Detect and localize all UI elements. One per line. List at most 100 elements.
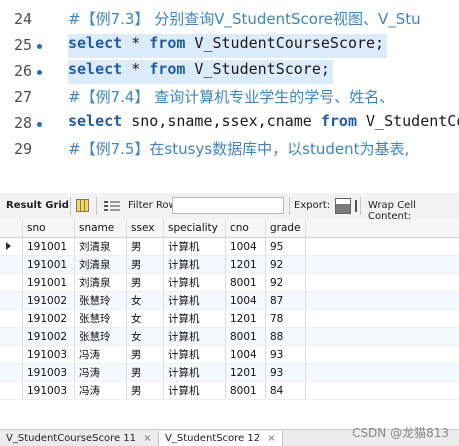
- cell-cno[interactable]: 1004: [226, 238, 266, 256]
- cell-speciality[interactable]: 计算机: [164, 256, 226, 274]
- cell-sname[interactable]: 冯涛: [75, 346, 127, 364]
- cell-ssex[interactable]: 女: [127, 328, 164, 346]
- column-header-grade[interactable]: grade: [266, 219, 306, 238]
- row-selector[interactable]: [0, 364, 23, 382]
- row-selector[interactable]: [0, 292, 23, 310]
- cell-speciality[interactable]: 计算机: [164, 238, 226, 256]
- cell-sno[interactable]: 191002: [23, 328, 75, 346]
- cell-sname[interactable]: 冯涛: [75, 382, 127, 400]
- cell-grade[interactable]: 95: [266, 238, 306, 256]
- code-line-28[interactable]: 28 select sno,sname,ssex,cname from V_St…: [0, 111, 459, 137]
- column-header-ssex[interactable]: ssex: [127, 219, 164, 238]
- cell-sno[interactable]: 191001: [23, 274, 75, 292]
- filter-icon[interactable]: [104, 200, 120, 212]
- cell-sname[interactable]: 刘清泉: [75, 256, 127, 274]
- cell-ssex[interactable]: 男: [127, 364, 164, 382]
- cell-sname[interactable]: 刘清泉: [75, 238, 127, 256]
- cell-sno[interactable]: 191003: [23, 346, 75, 364]
- cell-cno[interactable]: 1201: [226, 364, 266, 382]
- cell-speciality[interactable]: 计算机: [164, 382, 226, 400]
- cell-sno[interactable]: 191003: [23, 382, 75, 400]
- code-line-26[interactable]: 26 select * from V_StudentScore;: [0, 59, 459, 85]
- cell-ssex[interactable]: 男: [127, 274, 164, 292]
- row-selector[interactable]: [0, 346, 23, 364]
- cell-cno[interactable]: 1201: [226, 256, 266, 274]
- cell-grade[interactable]: 84: [266, 382, 306, 400]
- cell-sname[interactable]: 张慧玲: [75, 292, 127, 310]
- cell-cno[interactable]: 8001: [226, 382, 266, 400]
- cell-speciality[interactable]: 计算机: [164, 292, 226, 310]
- cell-ssex[interactable]: 男: [127, 256, 164, 274]
- table-row[interactable]: 191002 张慧玲 女 计算机 8001 88: [0, 328, 459, 346]
- result-grid[interactable]: sno sname ssex speciality cno grade 1910…: [0, 219, 459, 400]
- filter-rows-input[interactable]: [172, 197, 284, 214]
- cell-speciality[interactable]: 计算机: [164, 346, 226, 364]
- code-line-25[interactable]: 25 select * from V_StudentCourseScore;: [0, 33, 459, 59]
- cell-speciality[interactable]: 计算机: [164, 274, 226, 292]
- column-header-cno[interactable]: cno: [226, 219, 266, 238]
- code-line-24[interactable]: 24 #【例7.3】 分别查询V_StudentScore视图、V_Stu: [0, 7, 459, 33]
- cell-ssex[interactable]: 女: [127, 310, 164, 328]
- cell-sname[interactable]: 张慧玲: [75, 310, 127, 328]
- cell-cno[interactable]: 1004: [226, 292, 266, 310]
- row-selector[interactable]: [0, 328, 23, 346]
- cell-speciality[interactable]: 计算机: [164, 364, 226, 382]
- cell-ssex[interactable]: 男: [127, 346, 164, 364]
- table-row[interactable]: 191002 张慧玲 女 计算机 1201 78: [0, 310, 459, 328]
- export-icon[interactable]: [335, 198, 351, 214]
- cell-sno[interactable]: 191001: [23, 256, 75, 274]
- cell-cno[interactable]: 8001: [226, 328, 266, 346]
- cell-filler: [306, 364, 459, 382]
- cell-filler: [306, 346, 459, 364]
- grid-view-icon[interactable]: [76, 199, 89, 212]
- statement-marker-icon: [37, 70, 42, 75]
- cell-sname[interactable]: 张慧玲: [75, 328, 127, 346]
- table-row[interactable]: 191003 冯涛 男 计算机 8001 84: [0, 382, 459, 400]
- cell-grade[interactable]: 92: [266, 274, 306, 292]
- cell-grade[interactable]: 78: [266, 310, 306, 328]
- cell-grade[interactable]: 93: [266, 364, 306, 382]
- row-selector[interactable]: [0, 238, 23, 256]
- cell-cno[interactable]: 1004: [226, 346, 266, 364]
- cell-cno[interactable]: 1201: [226, 310, 266, 328]
- cell-grade[interactable]: 87: [266, 292, 306, 310]
- cell-speciality[interactable]: 计算机: [164, 328, 226, 346]
- cell-sno[interactable]: 191001: [23, 238, 75, 256]
- cell-sno[interactable]: 191002: [23, 310, 75, 328]
- cell-sname[interactable]: 刘清泉: [75, 274, 127, 292]
- table-row[interactable]: 191001 刘清泉 男 计算机 1201 92: [0, 256, 459, 274]
- tab-v-studentcoursescore[interactable]: V_StudentCourseScore 11 ×: [0, 431, 158, 446]
- cell-ssex[interactable]: 男: [127, 382, 164, 400]
- cell-ssex[interactable]: 女: [127, 292, 164, 310]
- cell-grade[interactable]: 93: [266, 346, 306, 364]
- close-icon[interactable]: ×: [143, 431, 151, 446]
- cell-sname[interactable]: 冯涛: [75, 364, 127, 382]
- table-row[interactable]: 191001 刘清泉 男 计算机 8001 92: [0, 274, 459, 292]
- cell-sno[interactable]: 191002: [23, 292, 75, 310]
- row-selector[interactable]: [0, 310, 23, 328]
- cell-ssex[interactable]: 男: [127, 238, 164, 256]
- cell-sno[interactable]: 191003: [23, 364, 75, 382]
- code-line-27[interactable]: 27 #【例7.4】 查询计算机专业学生的学号、姓名、: [0, 85, 459, 111]
- code-line-29[interactable]: 29 #【例7.5】在stusys数据库中，以student为基表,: [0, 137, 459, 163]
- close-icon[interactable]: ×: [267, 431, 275, 446]
- row-selector[interactable]: [0, 256, 23, 274]
- cell-filler: [306, 274, 459, 292]
- cell-grade[interactable]: 88: [266, 328, 306, 346]
- table-row[interactable]: 191002 张慧玲 女 计算机 1004 87: [0, 292, 459, 310]
- sql-editor[interactable]: 24 #【例7.3】 分别查询V_StudentScore视图、V_Stu 25…: [0, 0, 459, 163]
- cell-speciality[interactable]: 计算机: [164, 310, 226, 328]
- table-row[interactable]: 191003 冯涛 男 计算机 1004 93: [0, 346, 459, 364]
- row-selector[interactable]: [0, 382, 23, 400]
- column-header-sname[interactable]: sname: [75, 219, 127, 238]
- cell-cno[interactable]: 8001: [226, 274, 266, 292]
- column-header-speciality[interactable]: speciality: [164, 219, 226, 238]
- tab-v-studentscore[interactable]: V_StudentScore 12 ×: [158, 431, 283, 446]
- row-selector[interactable]: [0, 274, 23, 292]
- table-row[interactable]: 191003 冯涛 男 计算机 1201 93: [0, 364, 459, 382]
- table-row[interactable]: 191001 刘清泉 男 计算机 1004 95: [0, 238, 459, 256]
- cell-grade[interactable]: 92: [266, 256, 306, 274]
- column-header-sno[interactable]: sno: [23, 219, 75, 238]
- wrap-cell-icon[interactable]: [355, 200, 365, 212]
- result-grid-tab[interactable]: Result Grid: [6, 200, 69, 211]
